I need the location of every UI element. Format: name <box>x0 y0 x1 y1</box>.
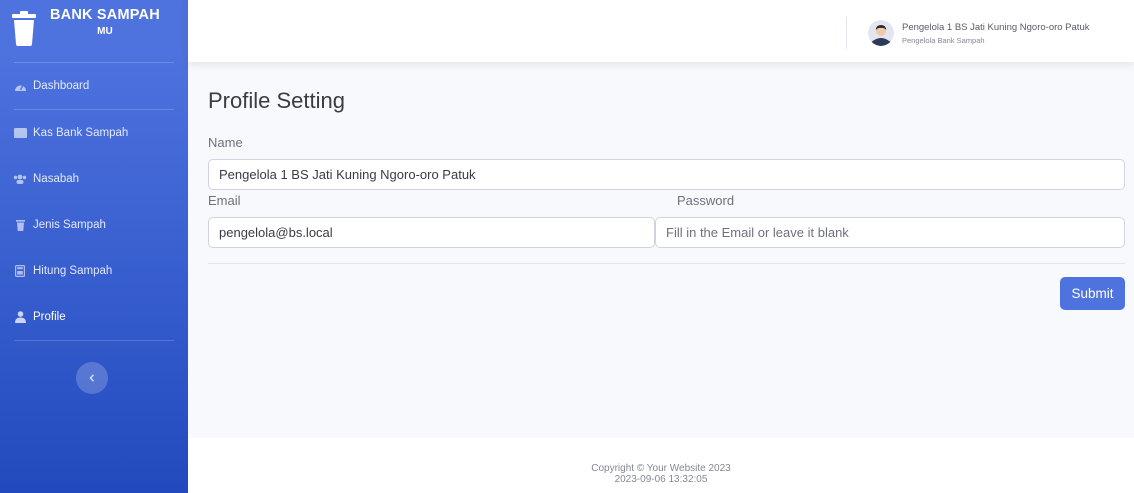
password-field[interactable] <box>655 217 1125 248</box>
tachometer-icon <box>13 80 27 92</box>
sidebar-item-jenis-sampah[interactable]: Jenis Sampah <box>0 202 188 248</box>
sidebar-item-label: Kas Bank Sampah <box>33 127 129 139</box>
sidebar-item-profile[interactable]: Profile <box>0 294 188 340</box>
avatar <box>868 20 894 46</box>
timestamp-text: 2023-09-06 13:32:05 <box>614 474 708 485</box>
form-divider <box>208 263 1125 264</box>
user-menu[interactable]: Pengelola 1 BS Jati Kuning Ngoro-oro Pat… <box>868 20 1089 46</box>
cash-icon <box>13 127 27 139</box>
name-field[interactable] <box>208 159 1125 190</box>
sidebar-toggle-button[interactable] <box>76 362 108 394</box>
submit-button[interactable]: Submit <box>1060 277 1125 310</box>
trash-icon <box>13 219 27 231</box>
copyright-text: Copyright © Your Website 2023 <box>591 463 731 474</box>
brand[interactable]: BANK SAMPAH MU <box>0 0 188 62</box>
sidebar: BANK SAMPAH MU Dashboard Kas Bank Sampah… <box>0 0 188 493</box>
sidebar-item-label: Nasabah <box>33 173 80 185</box>
brand-subtitle: MU <box>97 25 113 37</box>
sidebar-divider <box>14 340 174 341</box>
chevron-left-icon <box>89 369 95 387</box>
sidebar-item-label: Hitung Sampah <box>33 265 113 277</box>
sidebar-item-dashboard[interactable]: Dashboard <box>0 63 188 109</box>
footer: Copyright © Your Website 2023 2023-09-06… <box>188 438 1134 493</box>
brand-title: BANK SAMPAH <box>50 7 160 23</box>
sidebar-item-kas-bank-sampah[interactable]: Kas Bank Sampah <box>0 110 188 156</box>
users-icon <box>13 173 27 185</box>
user-name: Pengelola 1 BS Jati Kuning Ngoro-oro Pat… <box>902 21 1090 33</box>
calculator-icon <box>13 265 27 277</box>
sidebar-item-label: Jenis Sampah <box>33 219 106 231</box>
password-label: Password <box>677 193 735 208</box>
email-label: Email <box>208 193 241 208</box>
topbar-divider <box>846 17 847 49</box>
sidebar-item-label: Dashboard <box>33 80 90 92</box>
sidebar-item-label: Profile <box>33 311 66 323</box>
page-title: Profile Setting <box>208 88 345 113</box>
user-role: Pengelola Bank Sampah <box>902 35 985 45</box>
sidebar-item-hitung-sampah[interactable]: Hitung Sampah <box>0 248 188 294</box>
sidebar-item-nasabah[interactable]: Nasabah <box>0 156 188 202</box>
email-field[interactable] <box>208 217 655 248</box>
topbar: Pengelola 1 BS Jati Kuning Ngoro-oro Pat… <box>188 0 1134 62</box>
trash-icon <box>12 10 36 46</box>
user-icon <box>13 311 27 323</box>
name-label: Name <box>208 135 243 150</box>
